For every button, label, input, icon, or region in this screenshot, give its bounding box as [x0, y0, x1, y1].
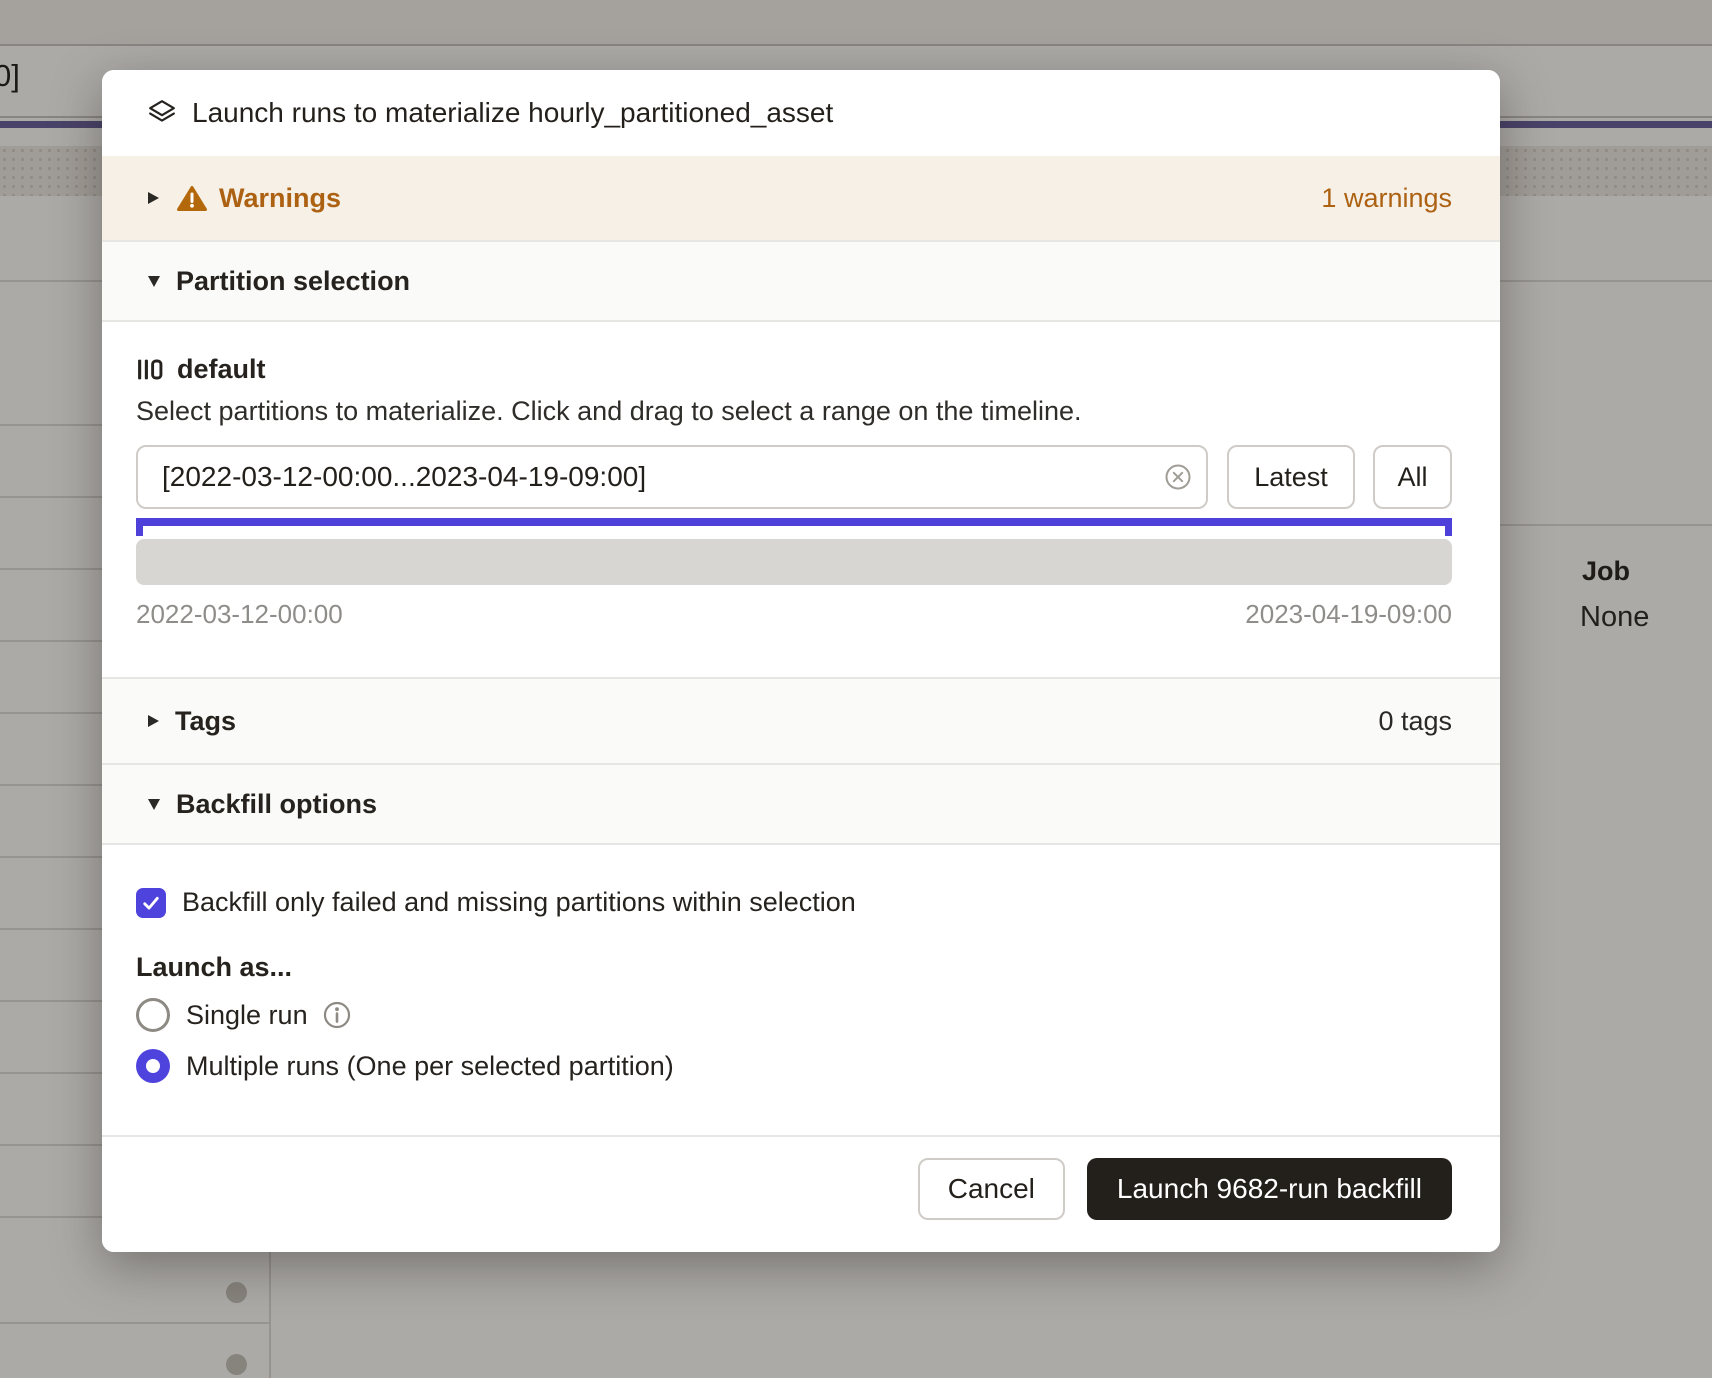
radio-multiple-runs[interactable]: Multiple runs (One per selected partitio…	[136, 1047, 1452, 1085]
checkbox-checked-icon[interactable]	[136, 888, 166, 918]
partition-dimension-row: default	[136, 352, 1452, 386]
all-button[interactable]: All	[1373, 445, 1452, 509]
timeline-date-labels: 2022-03-12-00:00 2023-04-19-09:00	[136, 599, 1452, 630]
radio-unselected-icon[interactable]	[136, 998, 170, 1032]
partition-selection-body: default Select partitions to materialize…	[102, 322, 1500, 677]
radio-single-run[interactable]: Single run	[136, 996, 1452, 1034]
backfill-options-label: Backfill options	[176, 789, 377, 820]
warning-triangle-icon	[177, 185, 207, 212]
backfill-options-body: Backfill only failed and missing partiti…	[102, 845, 1500, 1135]
page: 0] Job None Launch runs to materialize h…	[0, 0, 1712, 1378]
partition-dimension-name: default	[177, 354, 266, 385]
launch-backfill-button[interactable]: Launch 9682-run backfill	[1087, 1158, 1452, 1220]
tags-count: 0 tags	[1378, 706, 1452, 737]
backfill-only-failed-checkbox-row[interactable]: Backfill only failed and missing partiti…	[136, 887, 1452, 918]
tags-section-header[interactable]: Tags 0 tags	[102, 677, 1500, 765]
radio-selected-icon[interactable]	[136, 1049, 170, 1083]
launch-as-label: Launch as...	[136, 952, 1452, 983]
tags-label: Tags	[175, 706, 236, 737]
launch-backfill-dialog: Launch runs to materialize hourly_partit…	[102, 70, 1500, 1252]
partition-set-icon	[136, 356, 163, 383]
dialog-header: Launch runs to materialize hourly_partit…	[102, 70, 1500, 156]
timeline-end-label: 2023-04-19-09:00	[1245, 599, 1452, 630]
partition-selection-label: Partition selection	[176, 266, 410, 297]
single-run-label: Single run	[186, 1000, 308, 1031]
checkbox-label: Backfill only failed and missing partiti…	[182, 887, 856, 918]
chevron-down-icon	[148, 276, 160, 287]
chevron-down-icon	[148, 799, 160, 810]
timeline-start-label: 2022-03-12-00:00	[136, 599, 343, 630]
warnings-section-header[interactable]: Warnings 1 warnings	[102, 156, 1500, 240]
warnings-count: 1 warnings	[1321, 183, 1452, 214]
latest-button[interactable]: Latest	[1227, 445, 1355, 509]
partition-timeline[interactable]	[136, 539, 1452, 585]
partition-range-input[interactable]	[136, 445, 1208, 509]
partition-selection-description: Select partitions to materialize. Click …	[136, 396, 1452, 427]
clear-selection-icon[interactable]	[1162, 461, 1194, 493]
dialog-title: Launch runs to materialize hourly_partit…	[192, 97, 833, 129]
partition-selection-section-header[interactable]: Partition selection	[102, 240, 1500, 322]
partition-selection-range-bar[interactable]	[136, 518, 1452, 526]
partition-range-input-wrap	[136, 445, 1208, 509]
warnings-label: Warnings	[219, 183, 341, 214]
cancel-button[interactable]: Cancel	[918, 1158, 1065, 1220]
backfill-options-section-header[interactable]: Backfill options	[102, 765, 1500, 845]
partition-range-row: Latest All	[136, 445, 1452, 509]
dialog-footer: Cancel Launch 9682-run backfill	[102, 1135, 1500, 1252]
info-icon[interactable]	[322, 1000, 352, 1030]
asset-layers-icon	[148, 99, 176, 127]
chevron-right-icon	[148, 192, 159, 204]
multiple-runs-label: Multiple runs (One per selected partitio…	[186, 1051, 674, 1082]
chevron-right-icon	[148, 715, 159, 727]
